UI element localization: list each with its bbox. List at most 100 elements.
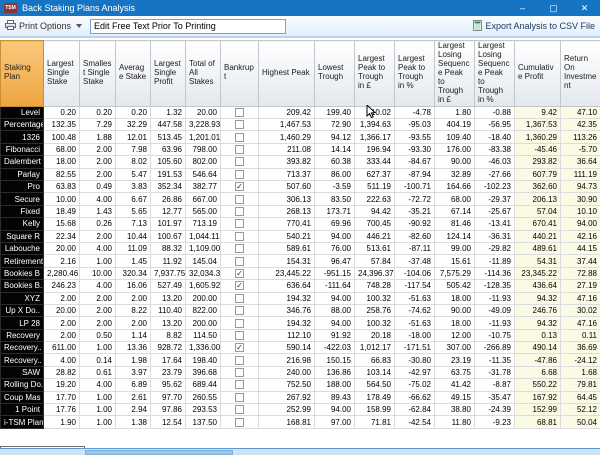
bankrupt-checkbox[interactable]: ✓ — [235, 182, 244, 192]
cell: -72.72 — [394, 192, 435, 206]
column-header-average-stake[interactable]: Average Stake — [115, 40, 151, 107]
cell: -51.63 — [394, 291, 435, 305]
cell: 489.61 — [514, 241, 561, 256]
bankrupt-checkbox[interactable] — [235, 417, 244, 427]
bankrupt-checkbox[interactable] — [235, 145, 244, 155]
cell: 2.00 — [115, 291, 151, 305]
cell: 6.68 — [514, 365, 561, 380]
horizontal-scrollbar[interactable] — [0, 448, 600, 455]
column-header-largest-losing-sequence-peak-to-trough-gbp[interactable]: Largest Losing Sequence Peak to Trough i… — [434, 40, 475, 107]
bankrupt-checkbox[interactable] — [235, 231, 244, 241]
bankrupt-checkbox[interactable] — [235, 392, 244, 402]
cell: 2.16 — [43, 254, 80, 268]
row-label[interactable]: Recovery.. — [0, 353, 44, 367]
close-button[interactable]: ✕ — [569, 0, 600, 16]
cell: -18.40 — [474, 130, 515, 144]
cell: 42.35 — [560, 118, 600, 132]
row-label[interactable]: Dalembert — [0, 155, 44, 169]
row-label[interactable]: SAW — [0, 365, 44, 380]
column-header-largest-single-profit[interactable]: Largest Single Profit — [150, 40, 186, 107]
bankrupt-checkbox[interactable] — [235, 194, 244, 204]
bankrupt-checkbox[interactable]: ✓ — [235, 268, 244, 278]
row-label[interactable]: Percentage — [0, 118, 44, 132]
bankrupt-checkbox[interactable]: ✓ — [235, 343, 244, 353]
column-header-staking-plan[interactable]: Staking Plan — [0, 40, 44, 107]
bankrupt-checkbox[interactable] — [235, 132, 244, 142]
row-label[interactable]: Level — [0, 105, 44, 120]
column-header-largest-peak-to-trough-gbp[interactable]: Largest Peak to Trough in £ — [354, 40, 395, 107]
row-label[interactable]: XYZ — [0, 291, 44, 305]
row-label[interactable]: i-TSM Plan — [0, 415, 44, 429]
cell: 17.76 — [43, 403, 80, 417]
row-label[interactable]: Bookies B — [0, 266, 44, 281]
cell: 1,109.00 — [185, 241, 221, 256]
bankrupt-checkbox[interactable] — [235, 157, 244, 167]
bankrupt-checkbox[interactable] — [235, 318, 244, 328]
cell: 527.49 — [150, 279, 186, 293]
row-label[interactable]: Rolling Do.. — [0, 378, 44, 392]
bankrupt-checkbox[interactable] — [235, 219, 244, 229]
column-header-return-on-investment[interactable]: Return On Investment — [560, 40, 600, 107]
table-row: Recovery.. 611.00 1.00 13.36 928.72 1,336.00 ✓… — [0, 341, 600, 355]
cell: 260.55 — [185, 390, 221, 405]
cell: 252.99 — [258, 403, 315, 417]
bankrupt-checkbox[interactable] — [235, 107, 244, 117]
row-label[interactable]: Square R — [0, 229, 44, 243]
horizontal-scrollbar-thumb[interactable] — [85, 450, 233, 455]
row-label[interactable]: Fibonacci — [0, 142, 44, 157]
column-header-largest-peak-to-trough-pct[interactable]: Largest Peak to Trough in % — [394, 40, 435, 107]
cell: 1.00 — [79, 341, 116, 355]
free-text-input[interactable] — [90, 18, 287, 34]
table-row: Coup Mas 17.70 1.00 2.61 97.70 260.55 267.92 89… — [0, 390, 600, 405]
bankrupt-checkbox[interactable] — [235, 306, 244, 316]
bankrupt-checkbox[interactable] — [235, 405, 244, 415]
row-label[interactable]: Bookies B.. — [0, 279, 44, 293]
maximize-button[interactable]: ▢ — [538, 0, 569, 16]
row-label[interactable]: LP 28 — [0, 316, 44, 330]
row-label[interactable]: Secure — [0, 192, 44, 206]
bankrupt-checkbox[interactable] — [235, 206, 244, 216]
row-label[interactable]: Pro — [0, 179, 44, 194]
bankrupt-checkbox[interactable] — [235, 244, 244, 254]
bankrupt-checkbox[interactable] — [235, 293, 244, 303]
bankrupt-checkbox[interactable] — [235, 380, 244, 390]
bankrupt-checkbox[interactable]: ✓ — [235, 281, 244, 291]
column-header-smallest-single-stake[interactable]: Smallest Single Stake — [79, 40, 116, 107]
row-label[interactable]: Recovery.. — [0, 341, 44, 355]
column-header-lowest-trough[interactable]: Lowest Trough — [314, 40, 355, 107]
column-header-largest-losing-sequence-peak-to-trough-pct[interactable]: Largest Losing Sequence Peak to Trough i… — [474, 40, 515, 107]
column-header-largest-single-stake[interactable]: Largest Single Stake — [43, 40, 80, 107]
cell: 689.44 — [185, 378, 221, 392]
cell: 37.44 — [560, 254, 600, 268]
column-header-total-of-all-stakes[interactable]: Total of All Stakes — [185, 40, 221, 107]
bankrupt-checkbox[interactable] — [235, 330, 244, 340]
print-options-button[interactable]: Print Options — [5, 20, 83, 32]
row-label[interactable]: Fixed — [0, 204, 44, 219]
bankrupt-checkbox[interactable] — [235, 256, 244, 266]
cell: 713.19 — [185, 217, 221, 231]
row-label[interactable]: Parlay — [0, 167, 44, 182]
export-csv-button[interactable]: Export Analysis to CSV File — [473, 19, 595, 33]
bankrupt-checkbox[interactable] — [235, 368, 244, 378]
row-label[interactable]: 1326 — [0, 130, 44, 144]
cell: 246.23 — [43, 279, 80, 293]
window-title: Back Staking Plans Analysis — [22, 3, 136, 13]
row-label[interactable]: Coup Mas — [0, 390, 44, 405]
column-header-cumulative-profit[interactable]: Cumulative Profit — [514, 40, 561, 107]
column-header-highest-peak[interactable]: Highest Peak — [258, 40, 315, 107]
bankrupt-checkbox[interactable] — [235, 355, 244, 365]
bankrupt-checkbox[interactable] — [235, 169, 244, 179]
row-label[interactable]: Labouche — [0, 241, 44, 256]
cell: 20.00 — [43, 303, 80, 318]
minimize-button[interactable]: – — [507, 0, 538, 16]
row-label[interactable]: Retirement — [0, 254, 44, 268]
bankrupt-checkbox[interactable] — [235, 120, 244, 130]
cell: 513.45 — [150, 130, 186, 144]
cell: 10.44 — [115, 229, 151, 243]
row-label[interactable]: Up X Do.. — [0, 303, 44, 318]
cell: 94.00 — [314, 316, 355, 330]
row-label[interactable]: 1 Point — [0, 403, 44, 417]
column-header-bankrupt[interactable]: Bankrupt — [220, 40, 259, 107]
row-label[interactable]: Recovery — [0, 328, 44, 343]
row-label[interactable]: Kelly — [0, 217, 44, 231]
